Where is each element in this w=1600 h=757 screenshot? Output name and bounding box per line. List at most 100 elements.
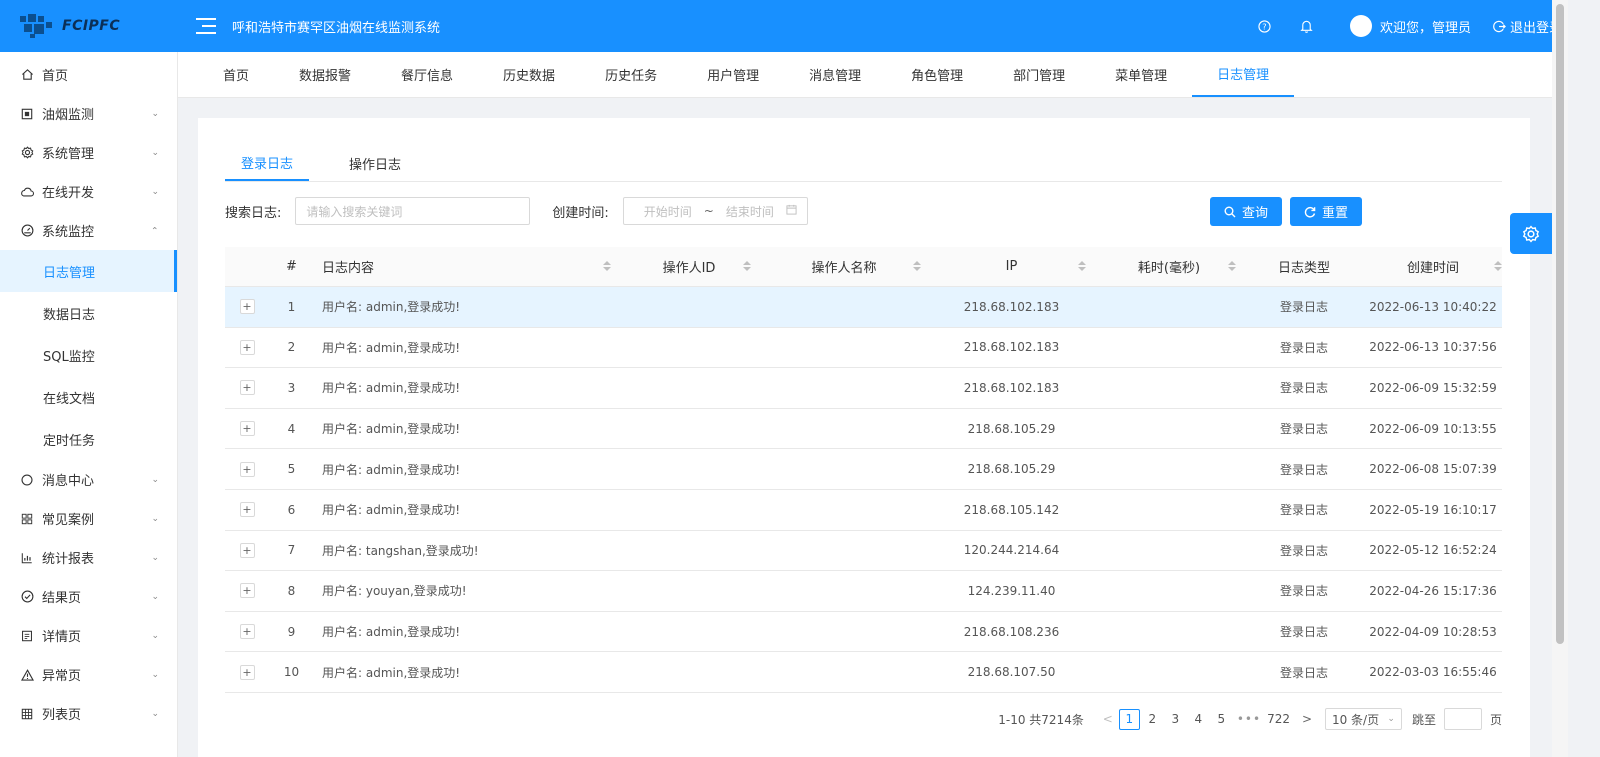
expand-row-button[interactable]: + xyxy=(239,299,255,315)
expand-row-button[interactable]: + xyxy=(239,421,255,437)
sidebar-sub-online-doc[interactable]: 在线文档 xyxy=(0,376,177,418)
table-row[interactable]: +7 用户名: tangshan,登录成功! 120.244.214.64 登录日志 2… xyxy=(225,531,1502,572)
page-button[interactable]: 3 xyxy=(1165,709,1186,730)
sidebar-item-label: 在线开发 xyxy=(42,186,95,201)
prev-page-button[interactable]: < xyxy=(1100,712,1116,726)
sidebar-item-stats-report[interactable]: 统计报表 ⌄ xyxy=(0,538,177,577)
start-date-input[interactable]: 开始时间 xyxy=(644,203,692,220)
tab-data-alarm[interactable]: 数据报警 xyxy=(274,52,376,97)
next-page-button[interactable]: > xyxy=(1299,712,1315,726)
sidebar-item-error-page[interactable]: 异常页 ⌄ xyxy=(0,655,177,694)
page-button-last[interactable]: 722 xyxy=(1267,709,1290,730)
scrollbar-thumb[interactable] xyxy=(1556,4,1564,644)
sidebar-item-home[interactable]: 首页 xyxy=(0,55,177,94)
table-row[interactable]: +8 用户名: youyan,登录成功! 124.239.11.40 登录日志 2022… xyxy=(225,571,1502,612)
search-input[interactable]: 请输入搜索关键词 xyxy=(295,197,531,225)
settings-float-button[interactable] xyxy=(1510,213,1552,254)
table-row[interactable]: +1 用户名: admin,登录成功! 218.68.102.183 登录日志 2022… xyxy=(225,287,1502,328)
sidebar-sub-scheduled-task[interactable]: 定时任务 xyxy=(0,418,177,460)
sort-icon[interactable] xyxy=(1228,260,1236,271)
table-row[interactable]: +9 用户名: admin,登录成功! 218.68.108.236 登录日志 2022… xyxy=(225,612,1502,653)
cell-content: 用户名: admin,登录成功! xyxy=(322,665,461,680)
page-button[interactable]: 2 xyxy=(1142,709,1163,730)
expand-row-button[interactable]: + xyxy=(239,664,255,680)
tab-restaurant-info[interactable]: 餐厅信息 xyxy=(376,52,478,97)
expand-row-button[interactable]: + xyxy=(239,583,255,599)
tab-message-manage[interactable]: 消息管理 xyxy=(784,52,886,97)
table-row[interactable]: +6 用户名: admin,登录成功! 218.68.105.142 登录日志 2022… xyxy=(225,490,1502,531)
avatar[interactable] xyxy=(1349,15,1372,37)
page-ellipsis[interactable]: ••• xyxy=(1237,712,1261,726)
page-size-select[interactable]: 10 条/页 ⌄ xyxy=(1324,708,1402,730)
sidebar-item-fume-monitor[interactable]: 油烟监测 ⌄ xyxy=(0,94,177,133)
cell-time: 2022-06-08 15:07:39 xyxy=(1369,462,1497,477)
col-op-name[interactable]: 操作人名称 xyxy=(759,257,929,276)
search-button[interactable]: 查询 xyxy=(1210,197,1283,226)
tab-user-manage[interactable]: 用户管理 xyxy=(682,52,784,97)
sort-icon[interactable] xyxy=(603,260,611,271)
table-row[interactable]: +4 用户名: admin,登录成功! 218.68.105.29 登录日志 2022-… xyxy=(225,409,1502,450)
col-cost[interactable]: 耗时(毫秒) xyxy=(1094,257,1244,276)
tab-history-task[interactable]: 历史任务 xyxy=(580,52,682,97)
sidebar-item-cases[interactable]: 常见案例 ⌄ xyxy=(0,499,177,538)
expand-row-button[interactable]: + xyxy=(239,461,255,477)
bell-icon[interactable] xyxy=(1300,19,1314,33)
menu-toggle-icon[interactable] xyxy=(196,18,216,34)
log-type-tabs: 登录日志 操作日志 xyxy=(225,145,1502,182)
sort-icon[interactable] xyxy=(913,260,921,271)
expand-row-button[interactable]: + xyxy=(239,339,255,355)
col-content[interactable]: 日志内容 xyxy=(314,257,619,276)
table-row[interactable]: +5 用户名: admin,登录成功! 218.68.105.29 登录日志 2022-… xyxy=(225,449,1502,490)
tab-home[interactable]: 首页 xyxy=(198,52,274,97)
col-op-id[interactable]: 操作人ID xyxy=(619,257,759,276)
tab-history-data[interactable]: 历史数据 xyxy=(478,52,580,97)
tab-operation-log[interactable]: 操作日志 xyxy=(333,145,417,181)
expand-row-button[interactable]: + xyxy=(239,542,255,558)
sidebar-item-label: 系统监控 xyxy=(42,225,95,240)
sidebar-item-label: 首页 xyxy=(42,69,69,84)
cell-index: 2 xyxy=(287,340,296,355)
tab-role-manage[interactable]: 角色管理 xyxy=(886,52,988,97)
sidebar-sub-log-manage[interactable]: 日志管理 xyxy=(0,250,177,292)
tab-log-manage[interactable]: 日志管理 xyxy=(1192,52,1295,97)
tab-login-log[interactable]: 登录日志 xyxy=(225,145,310,181)
tab-dept-manage[interactable]: 部门管理 xyxy=(988,52,1090,97)
page-button[interactable]: 1 xyxy=(1118,708,1140,730)
cell-time: 2022-06-13 10:37:56 xyxy=(1369,340,1497,355)
cell-content: 用户名: admin,登录成功! xyxy=(322,300,461,315)
sidebar-item-system-monitor[interactable]: 系统监控 ⌄ xyxy=(0,211,177,250)
sidebar-item-online-dev[interactable]: 在线开发 ⌄ xyxy=(0,172,177,211)
end-date-input[interactable]: 结束时间 xyxy=(726,203,774,220)
tab-menu-manage[interactable]: 菜单管理 xyxy=(1090,52,1192,97)
table-row[interactable]: +3 用户名: admin,登录成功! 218.68.102.183 登录日志 2022… xyxy=(225,368,1502,409)
page-button[interactable]: 5 xyxy=(1211,709,1232,730)
page-scrollbar[interactable] xyxy=(1552,0,1568,757)
sidebar-item-detail-page[interactable]: 详情页 ⌄ xyxy=(0,616,177,655)
table-row[interactable]: +10 用户名: admin,登录成功! 218.68.107.50 登录日志 2022… xyxy=(225,652,1502,693)
sidebar-sub-data-log[interactable]: 数据日志 xyxy=(0,292,177,334)
jump-page-input[interactable] xyxy=(1443,708,1482,730)
page-button[interactable]: 4 xyxy=(1188,709,1209,730)
expand-row-button[interactable]: + xyxy=(239,380,255,396)
help-icon[interactable]: ? xyxy=(1258,19,1272,33)
col-type: 日志类型 xyxy=(1277,261,1330,276)
reload-icon xyxy=(1304,206,1316,217)
sort-icon[interactable] xyxy=(1494,260,1502,271)
sidebar-item-system-manage[interactable]: 系统管理 ⌄ xyxy=(0,133,177,172)
table-row[interactable]: +2 用户名: admin,登录成功! 218.68.102.183 登录日志 2022… xyxy=(225,328,1502,369)
sidebar-item-label: 详情页 xyxy=(42,630,82,645)
sidebar-item-label: 异常页 xyxy=(42,669,82,684)
sidebar-item-result-page[interactable]: 结果页 ⌄ xyxy=(0,577,177,616)
col-time[interactable]: 创建时间 xyxy=(1364,257,1502,276)
expand-row-button[interactable]: + xyxy=(239,624,255,640)
sort-icon[interactable] xyxy=(743,260,751,271)
sort-icon[interactable] xyxy=(1078,260,1086,271)
reset-button[interactable]: 重置 xyxy=(1290,197,1363,226)
expand-row-button[interactable]: + xyxy=(239,502,255,518)
expand-cell: + xyxy=(225,664,269,680)
sidebar-sub-sql-monitor[interactable]: SQL监控 xyxy=(0,334,177,376)
sidebar-item-message-center[interactable]: 消息中心 ⌄ xyxy=(0,460,177,499)
sidebar-item-list-page[interactable]: 列表页 ⌄ xyxy=(0,694,177,733)
col-ip[interactable]: IP xyxy=(929,259,1094,274)
date-range-picker[interactable]: 开始时间 ~ 结束时间 xyxy=(622,197,808,225)
